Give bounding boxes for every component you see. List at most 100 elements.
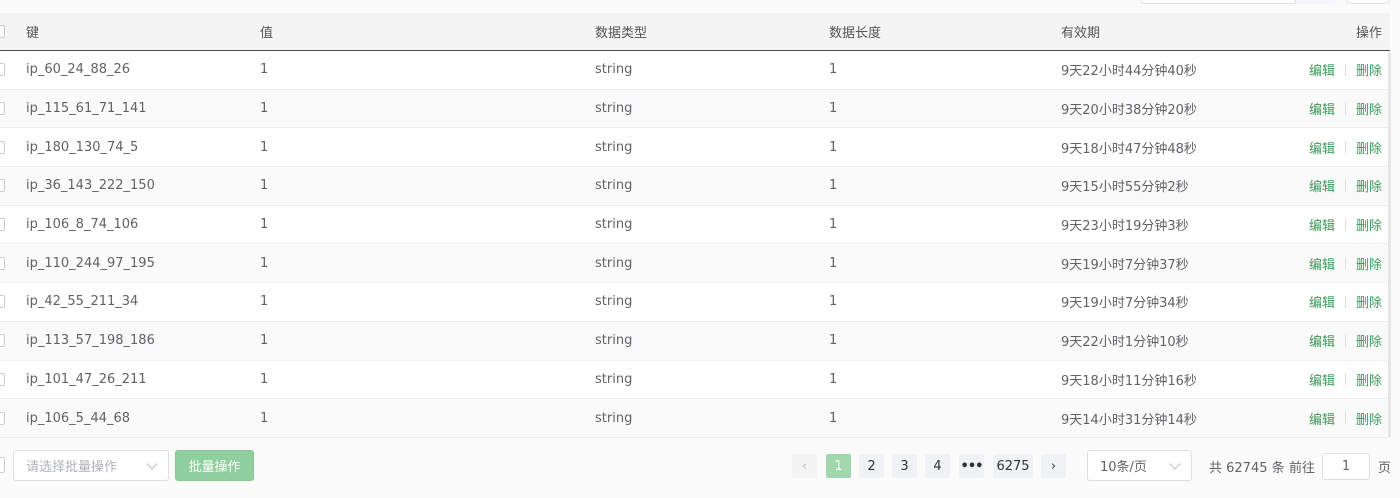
row-select-cell[interactable] [0, 90, 5, 128]
header-value: 值 [260, 26, 274, 41]
row-select-cell[interactable] [0, 128, 5, 166]
select-all-checkbox[interactable] [0, 25, 5, 38]
action-divider [1344, 373, 1346, 386]
cell-actions: 编辑 删除 [1300, 361, 1382, 399]
cell-key: ip_110_244_97_195 [26, 255, 155, 271]
page-size-select[interactable]: 10条/页 [1087, 450, 1192, 481]
cell-type: string [595, 217, 633, 233]
cell-length: 1 [829, 101, 838, 117]
edit-link[interactable]: 编辑 [1309, 99, 1335, 118]
footer-select-all-checkbox[interactable] [0, 457, 5, 473]
batch-action-button[interactable]: 批量操作 [175, 450, 254, 481]
action-divider [1344, 295, 1346, 308]
action-divider [1344, 412, 1346, 425]
search-button[interactable] [1295, 0, 1335, 4]
goto-page-input[interactable] [1322, 453, 1370, 480]
row-select-cell[interactable] [0, 399, 5, 437]
page-4-button[interactable]: 4 [925, 454, 950, 478]
row-select-cell[interactable] [0, 167, 5, 205]
delete-link[interactable]: 删除 [1356, 409, 1382, 428]
cell-key: ip_106_5_44_68 [26, 410, 131, 426]
cell-actions: 编辑 删除 [1300, 90, 1382, 128]
cell-actions: 编辑 删除 [1300, 51, 1382, 89]
cell-length: 1 [829, 333, 838, 349]
cell-value: 1 [260, 101, 269, 117]
edit-link[interactable]: 编辑 [1309, 176, 1335, 195]
more-pages-ellipsis[interactable]: ••• [959, 454, 984, 478]
table-row: ip_106_8_74_106 1 string 1 9天23小时19分钟3秒 编辑 删除 [0, 205, 1390, 245]
toolbar-button[interactable] [1346, 0, 1390, 4]
delete-link[interactable]: 删除 [1356, 99, 1382, 118]
row-checkbox[interactable] [0, 372, 5, 386]
cell-key: ip_106_8_74_106 [26, 217, 139, 233]
edit-link[interactable]: 编辑 [1309, 138, 1335, 157]
table-body: ip_60_24_88_26 1 string 1 9天22小时44分钟40秒 编辑 删除 i… [0, 51, 1390, 438]
row-checkbox[interactable] [0, 295, 5, 309]
row-select-cell[interactable] [0, 51, 5, 89]
cell-actions: 编辑 删除 [1300, 399, 1382, 437]
cell-length: 1 [829, 139, 838, 155]
keys-table: 键 值 数据类型 数据长度 有效期 操作 ip_60_24_88_26 1 stri… [0, 13, 1390, 438]
next-page-button[interactable]: › [1041, 454, 1066, 478]
page-suffix-label: 页 [1378, 460, 1392, 476]
cell-actions: 编辑 删除 [1300, 167, 1382, 205]
row-select-cell[interactable] [0, 322, 5, 360]
cell-value: 1 [260, 178, 269, 194]
cell-ttl: 9天23小时19分钟3秒 [1061, 219, 1189, 235]
redis-key-browser: 键 值 数据类型 数据长度 有效期 操作 ip_60_24_88_26 1 stri… [0, 0, 1400, 498]
delete-link[interactable]: 删除 [1356, 60, 1382, 79]
batch-action-select[interactable]: 请选择批量操作 [13, 450, 169, 481]
row-select-cell[interactable] [0, 283, 5, 321]
table-row: ip_110_244_97_195 1 string 1 9天19小时7分钟37秒 编辑 删… [0, 244, 1390, 284]
row-checkbox[interactable] [0, 218, 5, 232]
cell-key: ip_180_130_74_5 [26, 139, 139, 155]
table-row: ip_113_57_198_186 1 string 1 9天22小时1分钟10秒 编辑 删… [0, 321, 1390, 361]
row-checkbox[interactable] [0, 411, 5, 425]
row-checkbox[interactable] [0, 179, 5, 193]
edit-link[interactable]: 编辑 [1309, 370, 1335, 389]
delete-link[interactable]: 删除 [1356, 138, 1382, 157]
last-page-button[interactable]: 6275 [993, 454, 1033, 478]
table-row: ip_36_143_222_150 1 string 1 9天15小时55分钟2秒 编辑 删… [0, 167, 1390, 206]
page-3-button[interactable]: 3 [892, 454, 917, 478]
edit-link[interactable]: 编辑 [1309, 215, 1335, 234]
delete-link[interactable]: 删除 [1356, 370, 1382, 389]
row-select-cell[interactable] [0, 244, 5, 282]
page-size-value: 10条/页 [1100, 460, 1147, 475]
row-checkbox[interactable] [0, 102, 5, 116]
cell-ttl: 9天18小时11分钟16秒 [1061, 373, 1197, 389]
cell-ttl: 9天18小时47分钟48秒 [1061, 141, 1197, 157]
row-checkbox[interactable] [0, 140, 5, 154]
vertical-scrollbar[interactable] [1388, 52, 1391, 437]
row-select-cell[interactable] [0, 361, 5, 399]
row-checkbox[interactable] [0, 334, 5, 348]
edit-link[interactable]: 编辑 [1309, 254, 1335, 273]
table-header: 键 值 数据类型 数据长度 有效期 操作 [0, 13, 1390, 51]
cell-ttl: 9天15小时55分钟2秒 [1061, 180, 1189, 196]
delete-link[interactable]: 删除 [1356, 331, 1382, 350]
batch-action-placeholder: 请选择批量操作 [26, 460, 118, 475]
delete-link[interactable]: 删除 [1356, 215, 1382, 234]
cell-actions: 编辑 删除 [1300, 322, 1382, 360]
page-2-button[interactable]: 2 [859, 454, 884, 478]
edit-link[interactable]: 编辑 [1309, 60, 1335, 79]
row-checkbox[interactable] [0, 63, 5, 77]
delete-link[interactable]: 删除 [1356, 292, 1382, 311]
delete-link[interactable]: 删除 [1356, 176, 1382, 195]
page-1-button[interactable]: 1 [826, 454, 851, 478]
cell-actions: 编辑 删除 [1300, 244, 1382, 282]
edit-link[interactable]: 编辑 [1309, 409, 1335, 428]
table-row: ip_42_55_211_34 1 string 1 9天19小时7分钟34秒 编辑 删除 [0, 283, 1390, 322]
prev-page-button[interactable]: ‹ [792, 454, 817, 478]
cell-key: ip_60_24_88_26 [26, 62, 131, 78]
row-select-cell[interactable] [0, 206, 5, 244]
delete-link[interactable]: 删除 [1356, 254, 1382, 273]
cell-type: string [595, 255, 633, 271]
row-checkbox[interactable] [0, 256, 5, 270]
edit-link[interactable]: 编辑 [1309, 292, 1335, 311]
cell-length: 1 [829, 255, 838, 271]
select-all-cell[interactable] [0, 13, 5, 50]
table-row: ip_180_130_74_5 1 string 1 9天18小时47分钟48秒 编辑 删除 [0, 128, 1390, 168]
cell-type: string [595, 333, 633, 349]
edit-link[interactable]: 编辑 [1309, 331, 1335, 350]
